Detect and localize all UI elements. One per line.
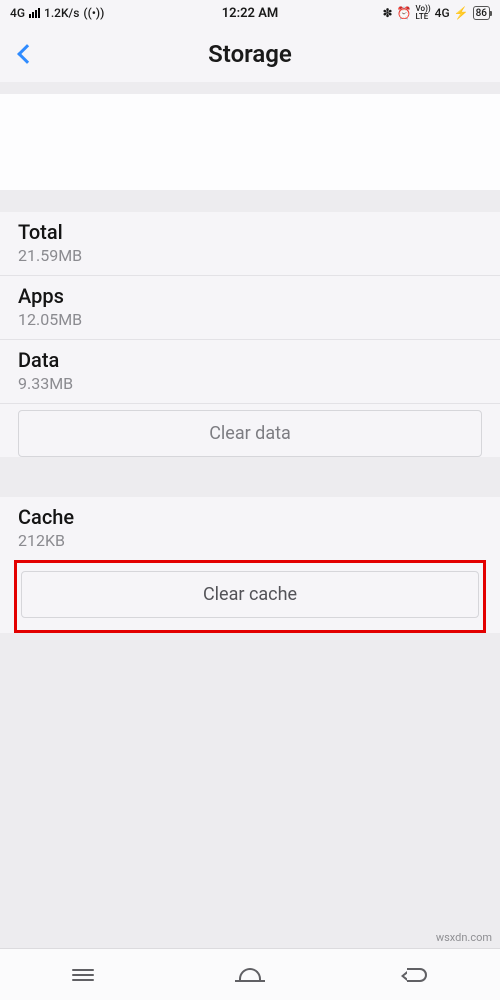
row-apps-label: Apps (18, 284, 482, 308)
app-identity-card (0, 94, 500, 190)
back-icon (407, 968, 427, 982)
page-title: Storage (0, 40, 500, 68)
clear-cache-highlight: Clear cache (14, 560, 486, 633)
menu-icon (72, 966, 94, 984)
row-total-label: Total (18, 220, 482, 244)
storage-section: Total 21.59MB Apps 12.05MB Data 9.33MB C… (0, 212, 500, 457)
row-total: Total 21.59MB (0, 212, 500, 276)
network-speed: 1.2K/s (44, 6, 79, 20)
row-cache-value: 212KB (18, 531, 482, 550)
row-data: Data 9.33MB (0, 340, 500, 404)
status-bar: 4G 1.2K/s ((•)) 12:22 AM ✽ ⏰ Vo))LTE 4G … (0, 0, 500, 26)
home-icon (235, 968, 265, 982)
alarm-icon: ⏰ (397, 6, 412, 20)
nav-back-button[interactable] (387, 955, 447, 995)
nav-menu-button[interactable] (53, 955, 113, 995)
system-nav-bar (0, 948, 500, 1000)
row-cache-label: Cache (18, 505, 482, 529)
row-apps: Apps 12.05MB (0, 276, 500, 340)
data-gen: 4G (435, 6, 450, 20)
watermark: wsxdn.com (436, 931, 492, 944)
app-header: Storage (0, 26, 500, 82)
row-data-label: Data (18, 348, 482, 372)
cache-section: Cache 212KB Clear cache (0, 497, 500, 633)
row-total-value: 21.59MB (18, 246, 482, 265)
nav-home-button[interactable] (220, 955, 280, 995)
row-data-value: 9.33MB (18, 374, 482, 393)
back-button[interactable] (0, 30, 48, 78)
chevron-left-icon (17, 44, 37, 64)
clear-cache-button[interactable]: Clear cache (21, 571, 479, 618)
volte-icon: Vo))LTE (416, 5, 431, 21)
battery-icon: 86 (473, 6, 490, 20)
hotspot-icon: ((•)) (83, 6, 104, 20)
network-type: 4G (10, 6, 25, 20)
row-apps-value: 12.05MB (18, 310, 482, 329)
charging-icon: ⚡ (454, 6, 469, 20)
signal-icon (29, 8, 40, 18)
bluetooth-icon: ✽ (383, 6, 393, 20)
row-cache: Cache 212KB (0, 497, 500, 560)
clear-data-button[interactable]: Clear data (18, 410, 482, 457)
